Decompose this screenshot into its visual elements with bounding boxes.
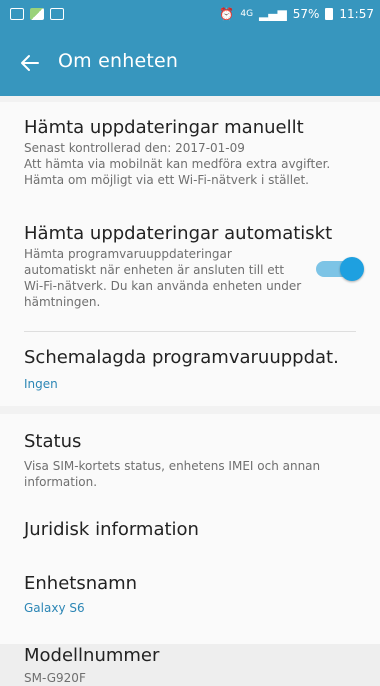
item-subtitle: hämtningen.: [24, 295, 101, 309]
update-settings-card: Hämta uppdateringar manuellt Senast kont…: [0, 102, 380, 406]
auto-update-toggle[interactable]: [316, 257, 364, 281]
device-name-item[interactable]: Enhetsnamn Galaxy S6: [0, 572, 380, 616]
battery-icon: [325, 8, 334, 20]
item-title: Modellnummer: [24, 645, 160, 666]
photo-icon: [50, 8, 64, 20]
notification-icons: [10, 8, 64, 20]
status-indicators: ⏰ 4G ▂▄▆ 57% 11:57: [219, 7, 374, 21]
toggle-knob: [340, 257, 364, 281]
item-subtitle: Senast kontrollerad den: 2017-01-09: [24, 141, 245, 155]
item-subtitle: Hämta programvaruuppdateringar: [24, 247, 232, 261]
signal-icon: ▂▄▆: [259, 7, 287, 21]
gallery-icon: [10, 8, 24, 20]
battery-percent: 57%: [292, 7, 320, 21]
item-title: Hämta uppdateringar manuellt: [24, 117, 304, 138]
item-title: Enhetsnamn: [24, 573, 138, 594]
manual-update-item[interactable]: Hämta uppdateringar manuellt Senast kont…: [0, 116, 380, 188]
app-bar: Om enheten: [0, 32, 380, 96]
item-subtitle: Att hämta via mobilnät kan medföra extra…: [24, 157, 331, 171]
clock: 11:57: [339, 7, 374, 21]
item-subtitle: information.: [24, 475, 98, 489]
item-value: Ingen: [24, 377, 58, 391]
page-title: Om enheten: [58, 50, 179, 72]
item-title: Hämta uppdateringar automatiskt: [24, 223, 333, 244]
network-type: 4G: [240, 9, 254, 19]
item-title: Schemalagda programvaruuppdat.: [24, 347, 339, 368]
item-subtitle: Wi-Fi-nätverk. Du kan använda enheten un…: [24, 279, 302, 293]
item-subtitle: Visa SIM-kortets status, enhetens IMEI o…: [24, 459, 321, 473]
device-info-card: Status Visa SIM-kortets status, enhetens…: [0, 414, 380, 686]
status-bar: ⏰ 4G ▂▄▆ 57% 11:57: [0, 0, 380, 32]
item-subtitle: automatiskt när enheten är ansluten till…: [24, 263, 285, 277]
legal-info-item[interactable]: Juridisk information: [0, 518, 380, 542]
item-value: Galaxy S6: [24, 601, 85, 615]
item-subtitle: Hämta om möjligt via ett Wi-Fi-nätverk i…: [24, 173, 309, 187]
item-title: Juridisk information: [24, 519, 199, 540]
app-icon: [30, 8, 44, 20]
alarm-icon: ⏰: [219, 7, 235, 21]
scheduled-update-item[interactable]: Schemalagda programvaruuppdat. Ingen: [0, 346, 380, 392]
item-value: SM-G920F: [24, 671, 86, 685]
status-item[interactable]: Status Visa SIM-kortets status, enhetens…: [0, 430, 380, 490]
item-title: Status: [24, 431, 82, 452]
back-arrow-icon[interactable]: [18, 51, 42, 75]
divider: [24, 331, 356, 332]
